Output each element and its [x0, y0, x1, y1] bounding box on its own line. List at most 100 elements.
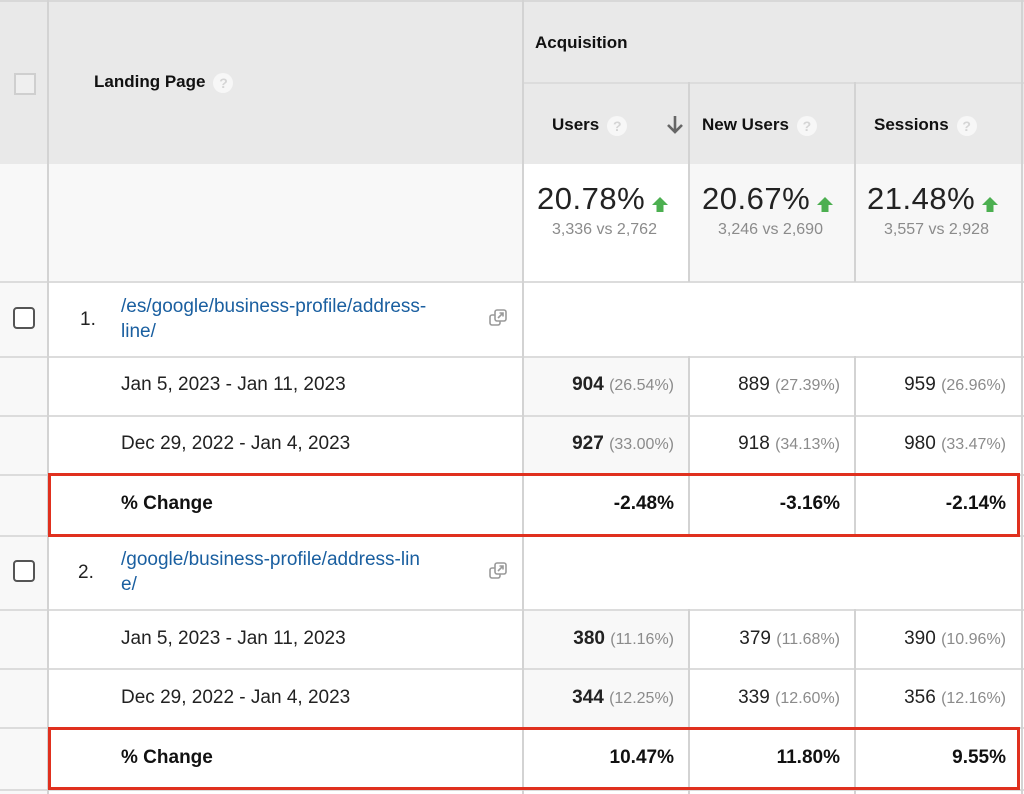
new-users-value: 379 (11.68%) — [689, 628, 840, 650]
users-value: 344 (12.25%) — [523, 687, 674, 709]
period-label: Jan 5, 2023 - Jan 11, 2023 — [121, 374, 346, 395]
users-percent: (26.54%) — [609, 377, 674, 394]
users-count: 904 — [572, 374, 604, 395]
new-users-count: 889 — [738, 374, 770, 395]
row-checkbox[interactable] — [13, 307, 35, 329]
new-users-value: 889 (27.39%) — [689, 374, 840, 396]
users-value: 380 (11.16%) — [523, 628, 674, 650]
arrow-down-icon[interactable] — [665, 114, 685, 136]
divider — [854, 82, 856, 282]
divider — [0, 609, 1024, 611]
sessions-percent: (33.47%) — [941, 436, 1006, 453]
new-users-count: 339 — [738, 687, 770, 708]
new-users-percent: (11.68%) — [776, 631, 840, 648]
users-count: 344 — [572, 687, 604, 708]
sessions-change: -2.14% — [945, 493, 1006, 514]
totals-users-change: 20.78% — [537, 181, 646, 216]
help-icon[interactable]: ? — [796, 115, 817, 136]
landing-page-link-line2: line/ — [121, 321, 156, 342]
divider — [523, 82, 1024, 84]
divider — [0, 474, 1024, 476]
new-users-count: 918 — [738, 433, 770, 454]
change-label: % Change — [121, 747, 213, 768]
acquisition-group-label: Acquisition — [535, 33, 628, 52]
landing-page-link[interactable]: /es/google/business-profile/address- lin… — [121, 294, 491, 344]
new-users-change: 11.80% — [776, 747, 840, 768]
sessions-count: 980 — [904, 433, 936, 454]
trend-up-icon — [651, 196, 669, 214]
totals-sessions-compare: 3,557 vs 2,928 — [884, 221, 989, 238]
sessions-count: 390 — [904, 628, 936, 649]
divider — [0, 281, 1024, 283]
help-icon[interactable]: ? — [956, 115, 977, 136]
sessions-value: 356 (12.16%) — [855, 687, 1006, 709]
users-count: 927 — [572, 433, 604, 454]
landing-page-label: Landing Page — [94, 72, 206, 91]
new-users-percent: (12.60%) — [775, 690, 840, 707]
trend-up-icon — [981, 196, 999, 214]
landing-page-link-line2: e/ — [121, 574, 137, 595]
divider — [522, 0, 524, 794]
new-users-column-header[interactable]: New Users? — [702, 115, 817, 136]
divider — [0, 668, 1024, 670]
totals-new-users: 20.67% — [702, 181, 834, 217]
sessions-percent: (12.16%) — [941, 690, 1006, 707]
landing-page-link[interactable]: /google/business-profile/address-lin e/ — [121, 547, 491, 597]
landing-page-header[interactable]: Landing Page? — [94, 72, 234, 96]
users-percent: (33.00%) — [609, 436, 674, 453]
users-value: 927 (33.00%) — [523, 433, 674, 455]
sessions-label: Sessions — [874, 115, 949, 134]
row-rank: 2. — [78, 562, 94, 583]
row-gutter — [0, 282, 48, 794]
totals-users-compare: 3,336 vs 2,762 — [552, 221, 657, 238]
help-icon[interactable]: ? — [607, 115, 628, 136]
new-users-value: 339 (12.60%) — [689, 687, 840, 709]
new-users-percent: (34.13%) — [775, 436, 840, 453]
period-label: Dec 29, 2022 - Jan 4, 2023 — [121, 433, 351, 454]
open-in-new-window-icon[interactable] — [488, 561, 508, 581]
totals-users: 20.78% — [537, 181, 669, 217]
users-column-header[interactable]: Users? — [552, 115, 628, 136]
divider — [0, 727, 1024, 729]
sessions-value: 959 (26.96%) — [855, 374, 1006, 396]
row-rank: 1. — [80, 309, 96, 330]
trend-up-icon — [816, 196, 834, 214]
users-value: 904 (26.54%) — [523, 374, 674, 396]
divider — [47, 0, 49, 794]
landing-page-link-line1: /es/google/business-profile/address- — [121, 296, 427, 317]
sessions-count: 356 — [904, 687, 936, 708]
sessions-change: 9.55% — [952, 747, 1006, 768]
new-users-label: New Users — [702, 115, 789, 134]
divider — [0, 415, 1024, 417]
new-users-change: -3.16% — [779, 493, 840, 514]
select-all-checkbox[interactable] — [14, 73, 36, 95]
divider — [0, 535, 1024, 537]
open-in-new-window-icon[interactable] — [488, 308, 508, 328]
totals-sessions: 21.48% — [867, 181, 999, 217]
totals-sessions-change: 21.48% — [867, 181, 976, 216]
users-change: 10.47% — [609, 747, 674, 768]
sessions-percent: (10.96%) — [941, 631, 1006, 648]
sessions-count: 959 — [904, 374, 936, 395]
period-label: Dec 29, 2022 - Jan 4, 2023 — [121, 687, 351, 708]
users-percent: (11.16%) — [610, 631, 674, 648]
help-icon[interactable]: ? — [213, 72, 234, 93]
totals-new-users-compare: 3,246 vs 2,690 — [718, 221, 823, 238]
change-label: % Change — [121, 493, 213, 514]
sessions-percent: (26.96%) — [941, 377, 1006, 394]
sessions-column-header[interactable]: Sessions? — [874, 115, 977, 136]
totals-new-users-change: 20.67% — [702, 181, 811, 216]
divider — [0, 0, 1024, 2]
new-users-count: 379 — [739, 628, 771, 649]
divider — [0, 789, 1024, 791]
sessions-value: 980 (33.47%) — [855, 433, 1006, 455]
users-label: Users — [552, 115, 600, 134]
row-checkbox[interactable] — [13, 560, 35, 582]
new-users-value: 918 (34.13%) — [689, 433, 840, 455]
users-change: -2.48% — [613, 493, 674, 514]
sessions-value: 390 (10.96%) — [855, 628, 1006, 650]
users-percent: (12.25%) — [609, 690, 674, 707]
divider — [1021, 0, 1023, 794]
divider — [0, 356, 1024, 358]
divider — [688, 82, 690, 282]
